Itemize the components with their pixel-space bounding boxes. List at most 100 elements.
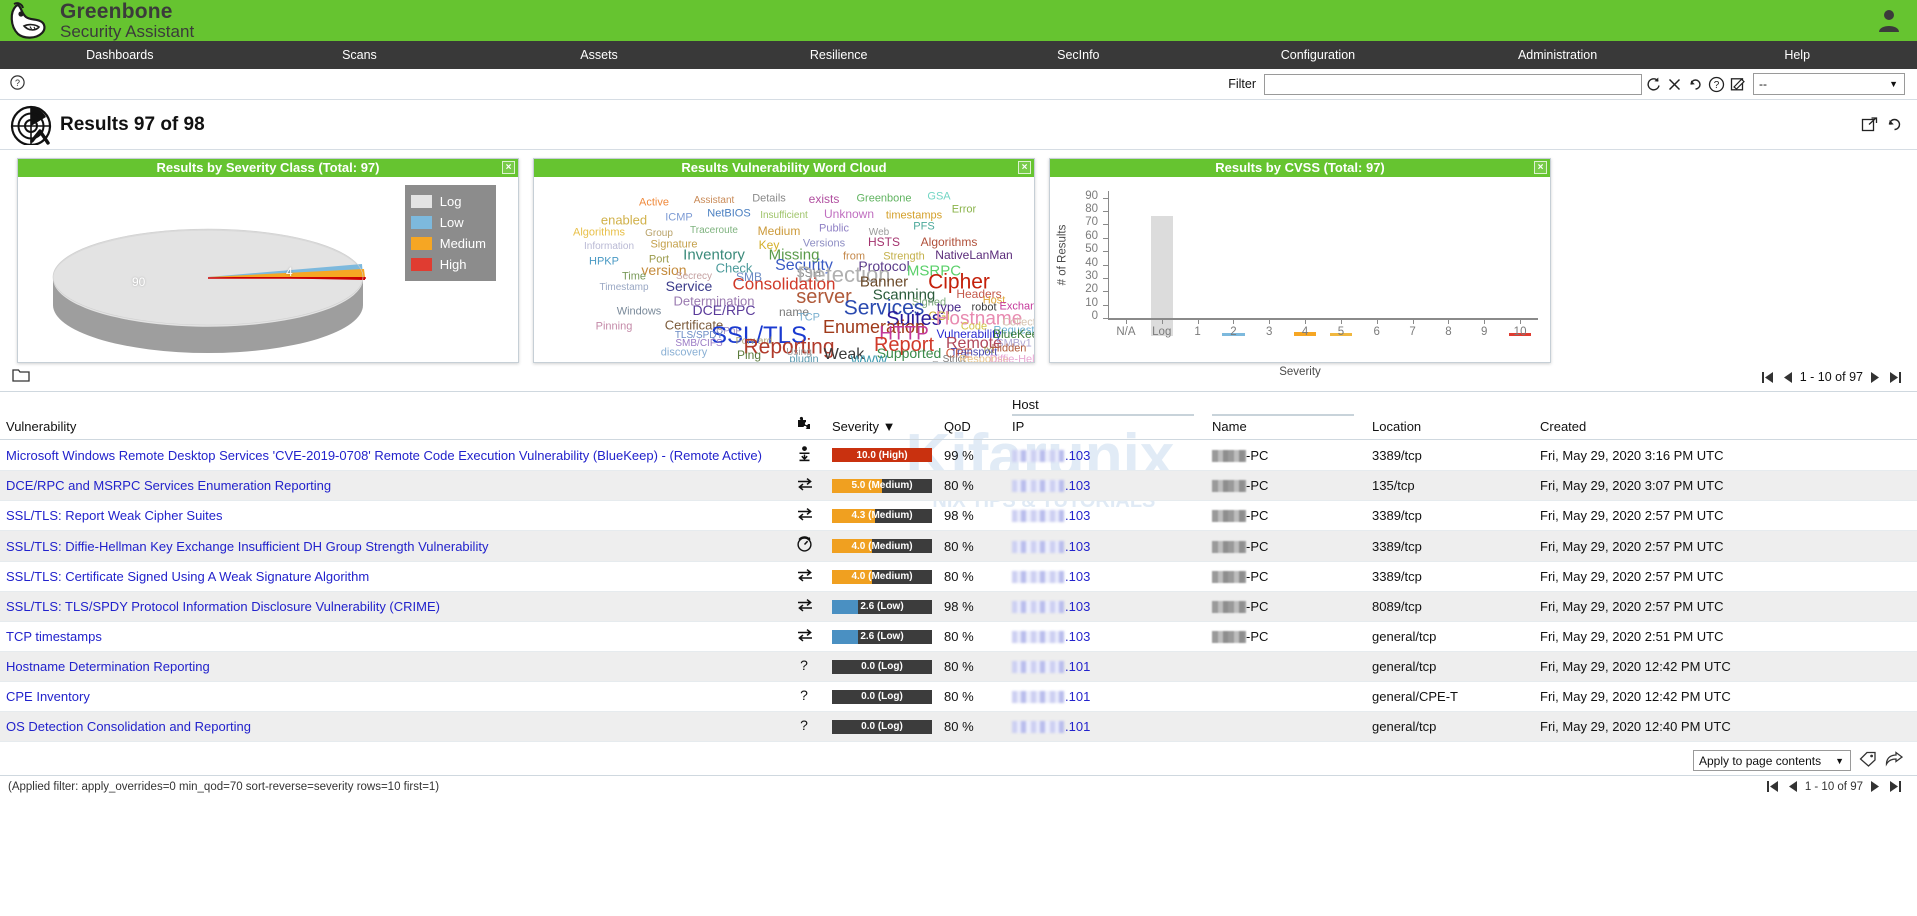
word-cloud-term[interactable]: Algorithms [573, 227, 625, 238]
vulnerability-link[interactable]: SSL/TLS: Report Weak Cipher Suites [6, 508, 223, 523]
host-ip-suffix[interactable]: .103 [1065, 629, 1090, 644]
host-ip-suffix[interactable]: .103 [1065, 478, 1090, 493]
word-cloud-term[interactable]: plugin [789, 354, 818, 362]
filter-help-icon[interactable]: ? [1707, 75, 1726, 94]
cell-vulnerability[interactable]: Hostname Determination Reporting [0, 651, 790, 682]
cell-host-ip[interactable]: .103 [1006, 591, 1206, 622]
add-tag-icon[interactable] [1859, 751, 1877, 770]
word-cloud-term[interactable]: Execution [932, 360, 976, 362]
cell-vulnerability[interactable]: TCP timestamps [0, 621, 790, 652]
word-cloud-term[interactable]: Group [645, 229, 673, 239]
legend-item-low[interactable]: Low [410, 212, 486, 233]
word-cloud-term[interactable]: Ping [737, 349, 761, 361]
word-cloud-term[interactable]: Information [584, 242, 634, 252]
filter-input[interactable] [1264, 73, 1642, 95]
prev-page-icon-bottom[interactable] [1786, 780, 1799, 793]
cell-vulnerability[interactable]: Microsoft Windows Remote Desktop Service… [0, 439, 790, 471]
export-icon[interactable] [1885, 751, 1904, 770]
word-cloud-term[interactable]: Traceroute [690, 225, 738, 236]
legend-item-log[interactable]: Log [410, 191, 486, 212]
col-header-host-ip[interactable]: Host IP [1006, 391, 1206, 440]
host-ip-suffix[interactable]: .103 [1065, 448, 1090, 463]
word-cloud-term[interactable]: Medium [758, 225, 801, 237]
host-ip-suffix[interactable]: .103 [1065, 539, 1090, 554]
word-cloud-term[interactable]: discovery [661, 347, 707, 358]
word-cloud-term[interactable]: Service [666, 279, 713, 293]
close-icon[interactable]: × [502, 161, 515, 174]
word-cloud-term[interactable]: Assistant [694, 196, 735, 206]
word-cloud-term[interactable]: Public [819, 223, 849, 234]
sort-desc-icon[interactable]: ▼ [883, 419, 896, 434]
cell-host-ip[interactable]: .103 [1006, 530, 1206, 562]
word-cloud-term[interactable]: exists [809, 193, 840, 205]
word-cloud-term[interactable]: NativeLanMan [935, 249, 1012, 261]
cell-vulnerability[interactable]: SSL/TLS: Report Weak Cipher Suites [0, 500, 790, 531]
table-row[interactable]: SSL/TLS: Report Weak Cipher Suites 4.3 (M… [0, 500, 1917, 531]
vulnerability-link[interactable]: Microsoft Windows Remote Desktop Service… [6, 448, 762, 463]
vulnerability-link[interactable]: Hostname Determination Reporting [6, 659, 210, 674]
word-cloud-term[interactable]: HSTS [868, 236, 900, 248]
col-header-vulnerability[interactable]: Vulnerability [0, 391, 790, 440]
cell-host-ip[interactable]: .103 [1006, 561, 1206, 592]
table-row[interactable]: SSL/TLS: Diffie-Hellman Key Exchange Ins… [0, 530, 1917, 562]
nav-item-assets[interactable]: Assets [479, 41, 719, 69]
cell-host-ip[interactable]: .103 [1006, 500, 1206, 531]
nav-item-dashboards[interactable]: Dashboards [0, 41, 240, 69]
apply-to-select[interactable]: Apply to page contents ▼ [1693, 750, 1851, 771]
word-cloud-term[interactable]: Windows [617, 306, 662, 318]
word-cloud-term[interactable]: enabled [601, 213, 647, 226]
col-header-created[interactable]: Created [1534, 391, 1917, 440]
word-cloud-term[interactable]: Algorithms [921, 236, 978, 248]
reset-filter-icon[interactable] [1686, 75, 1705, 94]
cell-vulnerability[interactable]: OS Detection Consolidation and Reporting [0, 711, 790, 742]
folder-icon[interactable] [12, 368, 30, 386]
table-row[interactable]: TCP timestamps 2.6 (Low) 80 % .103 -PC genera… [0, 621, 1917, 652]
table-row[interactable]: Hostname Determination Reporting? 0.0 (Lo… [0, 651, 1917, 682]
cell-vulnerability[interactable]: SSL/TLS: Certificate Signed Using A Weak… [0, 561, 790, 592]
vulnerability-link[interactable]: CPE Inventory [6, 689, 90, 704]
table-row[interactable]: Microsoft Windows Remote Desktop Service… [0, 439, 1917, 471]
word-cloud-term[interactable]: HPKP [589, 256, 619, 268]
cell-vulnerability[interactable]: SSL/TLS: TLS/SPDY Protocol Information D… [0, 591, 790, 622]
nav-item-help[interactable]: Help [1677, 41, 1917, 69]
col-header-severity[interactable]: Severity ▼ [826, 391, 938, 440]
legend-item-high[interactable]: High [410, 254, 486, 275]
col-header-location[interactable]: Location [1366, 391, 1534, 440]
last-page-icon-bottom[interactable] [1888, 780, 1903, 793]
vulnerability-link[interactable]: TCP timestamps [6, 629, 102, 644]
cell-host-ip[interactable]: .101 [1006, 681, 1206, 712]
table-row[interactable]: OS Detection Consolidation and Reporting… [0, 711, 1917, 742]
table-row[interactable]: SSL/TLS: Certificate Signed Using A Weak… [0, 561, 1917, 592]
user-account-icon[interactable] [1875, 6, 1903, 37]
nav-item-secinfo[interactable]: SecInfo [959, 41, 1199, 69]
host-ip-suffix[interactable]: .103 [1065, 569, 1090, 584]
word-cloud-term[interactable]: Error [952, 204, 976, 216]
host-ip-suffix[interactable]: .103 [1065, 599, 1090, 614]
next-page-icon[interactable] [1869, 371, 1882, 384]
word-cloud-term[interactable]: scanner [879, 360, 918, 362]
word-cloud-term[interactable]: ICMP [665, 212, 693, 223]
close-icon[interactable]: × [1018, 161, 1031, 174]
host-ip-suffix[interactable]: .101 [1065, 659, 1090, 674]
word-cloud-term[interactable]: Pinning [596, 321, 633, 332]
vulnerability-link[interactable]: OS Detection Consolidation and Reporting [6, 719, 251, 734]
refresh-page-icon[interactable] [1886, 116, 1903, 136]
next-page-icon-bottom[interactable] [1869, 780, 1882, 793]
host-ip-suffix[interactable]: .101 [1065, 719, 1090, 734]
edit-filter-icon[interactable] [1728, 75, 1747, 94]
word-cloud-term[interactable]: Time [622, 271, 646, 282]
update-filter-icon[interactable] [1644, 75, 1663, 94]
word-cloud-term[interactable]: NetBIOS [707, 208, 750, 220]
table-row[interactable]: CPE Inventory? 0.0 (Log) 80 % .101 general/C… [0, 681, 1917, 712]
word-cloud-term[interactable]: GSA [927, 191, 950, 203]
word-cloud-term[interactable]: Greenbone [856, 193, 911, 205]
legend-item-medium[interactable]: Medium [410, 233, 486, 254]
prev-page-icon[interactable] [1781, 371, 1794, 384]
nav-item-configuration[interactable]: Configuration [1198, 41, 1438, 69]
first-page-icon[interactable] [1760, 371, 1775, 384]
clear-filter-icon[interactable] [1665, 75, 1684, 94]
word-cloud-term[interactable]: PFS [913, 221, 934, 232]
word-cloud-term[interactable]: Insufficient [760, 210, 808, 221]
word-cloud-term[interactable]: Details [752, 193, 786, 205]
host-ip-suffix[interactable]: .103 [1065, 508, 1090, 523]
